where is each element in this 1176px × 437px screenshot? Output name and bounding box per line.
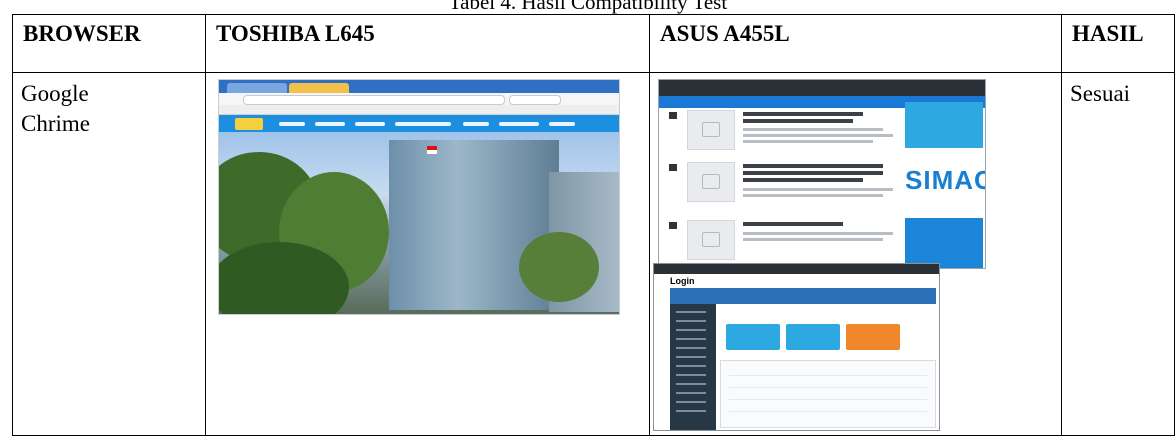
table-caption: Tabel 4. Hasil Compatibility Test [448,0,728,14]
list-item [669,110,897,154]
list-item [669,220,897,264]
header-browser: BROWSER [12,14,206,73]
site-navbar [219,115,619,133]
stat-card[interactable] [846,324,900,350]
browser-name: Google Chrime [21,81,90,136]
compatibility-table: BROWSER TOSHIBA L645 ASUS A455L HASIL Go… [12,14,1175,436]
toshiba-screenshot [218,79,620,315]
asus-screenshot-login: Login [653,263,940,431]
login-title: Login [670,276,695,286]
simacam-banner[interactable]: SIMACAM [905,166,985,206]
browser-tab-bar [219,80,619,93]
app-sidebar [670,304,716,430]
header-asus: ASUS A455L [649,14,1062,73]
chart-panel [720,360,936,428]
asus-screenshot-news: SIMACAM [658,79,986,269]
address-bar [219,93,619,105]
header-toshiba: TOSHIBA L645 [205,14,650,73]
table-row: Google Chrime SIMA Login Sesuai [12,72,1175,436]
cell-browser: Google Chrime [12,72,206,436]
cell-result: Sesuai [1061,72,1175,436]
library-banner[interactable] [905,218,983,268]
app-header [670,288,936,304]
list-item [669,162,897,206]
header-row: BROWSER TOSHIBA L645 ASUS A455L HASIL [12,14,1175,73]
hero-image [219,132,619,314]
cell-toshiba [205,72,650,436]
bookmarks-bar [219,105,619,115]
result-value: Sesuai [1070,81,1131,106]
center-banner[interactable] [905,102,983,148]
header-result: HASIL [1061,14,1175,73]
cell-asus: SIMACAM Login [649,72,1062,436]
stat-card[interactable] [786,324,840,350]
stat-card[interactable] [726,324,780,350]
carousel-dots[interactable] [409,298,439,304]
site-logo [235,118,263,130]
